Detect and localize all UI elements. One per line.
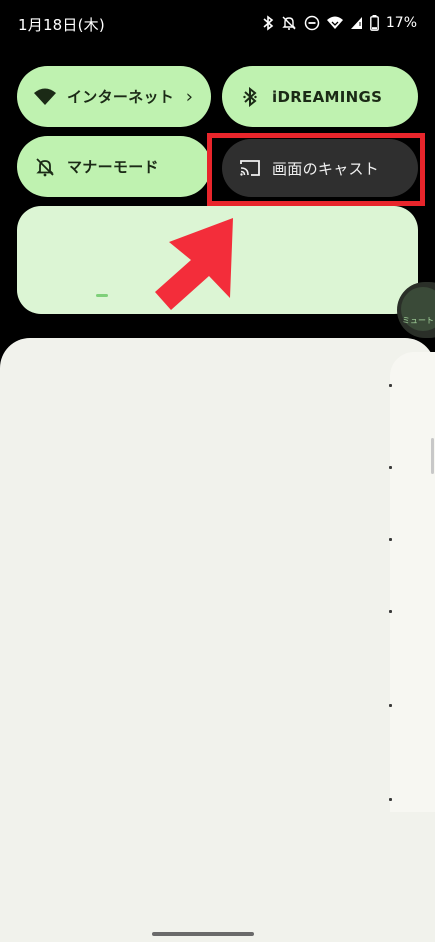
bluetooth-icon (262, 15, 274, 31)
mute-icon (281, 15, 297, 31)
sheet-side-panel (390, 352, 435, 812)
wifi-icon (326, 16, 343, 30)
tile-bluetooth[interactable]: iDREAMINGS (222, 66, 418, 127)
gesture-nav-handle[interactable] (152, 932, 254, 936)
edge-marker (389, 610, 392, 613)
wifi-icon (33, 85, 57, 109)
bluetooth-icon (238, 85, 262, 109)
battery-icon (369, 15, 379, 31)
tile-manner-mode[interactable]: マナーモード (17, 136, 211, 197)
media-indicator (96, 294, 108, 297)
battery-percentage: 17% (385, 15, 417, 31)
status-icons: 17% (262, 12, 417, 34)
status-bar: 1月18日(木) 17% (0, 0, 435, 48)
edge-marker (389, 538, 392, 541)
chevron-right-icon[interactable]: › (186, 86, 193, 107)
pointer-arrow-icon (155, 218, 233, 310)
tile-internet-label: インターネット (67, 88, 175, 106)
signal-icon (350, 16, 363, 30)
tile-internet[interactable]: インターネット › (17, 66, 211, 127)
bell-off-icon (33, 155, 57, 179)
status-date: 1月18日(木) (18, 16, 105, 34)
highlight-box (207, 133, 425, 206)
do-not-disturb-icon (304, 15, 320, 31)
side-chip-label: ミュート (402, 316, 434, 325)
edge-marker (389, 704, 392, 707)
bottom-sheet (0, 338, 435, 942)
screen: 1月18日(木) 17% インターネット › iDREAMINGS マナーモード… (0, 0, 435, 942)
edge-marker (389, 384, 392, 387)
scrollbar[interactable] (431, 438, 434, 474)
edge-marker (389, 466, 392, 469)
tile-bluetooth-label: iDREAMINGS (272, 87, 383, 106)
edge-marker (389, 798, 392, 801)
tile-manner-mode-label: マナーモード (67, 158, 159, 176)
